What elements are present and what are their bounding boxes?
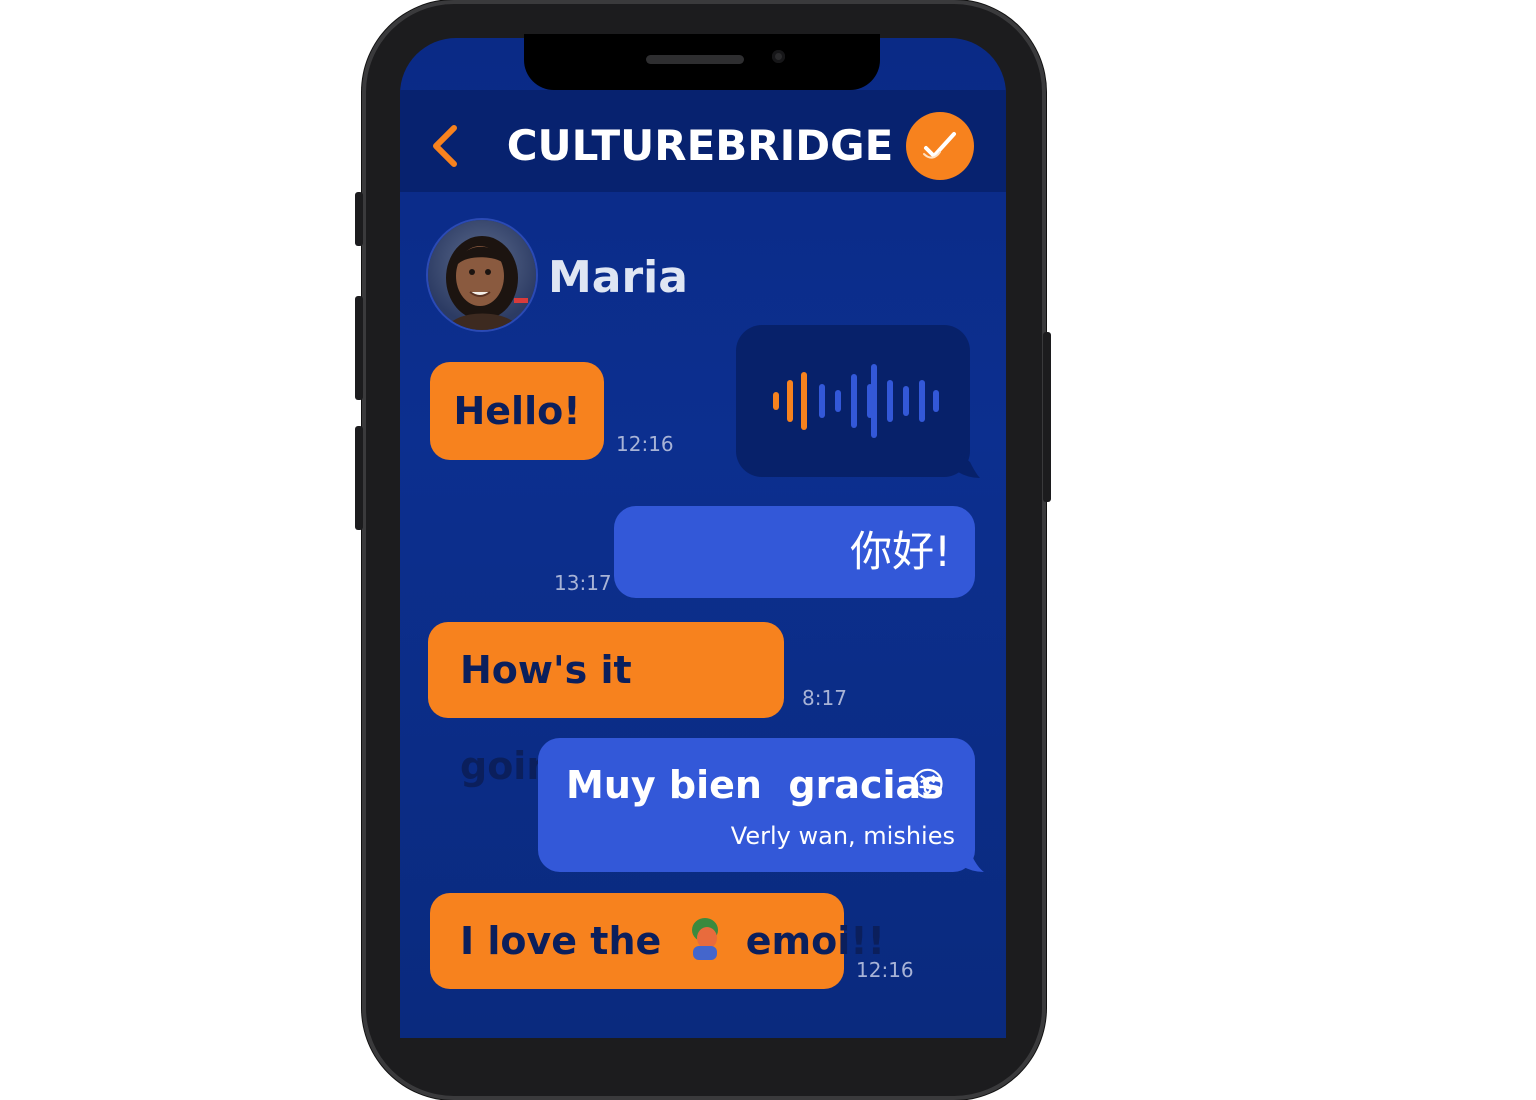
message-timestamp: 13:17 [554,571,612,595]
power-button [1043,332,1051,502]
checkmark-icon [923,132,956,159]
message-text: emoi!! [745,919,885,963]
message-bubble[interactable]: Hello! [430,362,604,460]
contact-name: Maria [548,252,688,303]
verified-button[interactable] [906,112,974,180]
person-emoji-icon [691,918,718,960]
message-text: Muy bien gracias [566,763,944,807]
mute-switch [355,192,363,246]
message-bubble[interactable]: How's it going? [428,622,784,788]
voice-message-bubble[interactable] [736,325,970,477]
message-text: 你好! [850,527,951,576]
message-text: I love the [460,919,662,963]
waveform-icon [773,364,939,438]
speaker-grille [646,55,744,64]
person-avatar-icon [446,236,528,330]
volume-down-button [355,426,363,530]
back-button[interactable] [430,122,466,170]
message-timestamp: 12:16 [856,958,914,982]
message-timestamp: 8:17 [802,686,847,710]
message-bubble[interactable]: Muy bien gracias 😝 Verly wan, mishies [538,738,975,872]
translation-text: Verly wan, mishies [730,822,955,850]
front-camera [772,50,785,63]
bubble-tail [962,846,984,872]
app-title: CULTUREBRIDGE [506,121,894,170]
message-timestamp: 12:16 [616,432,674,456]
bubble-tail [958,452,980,478]
message-bubble[interactable]: 你好! [614,506,975,598]
avatar[interactable] [428,220,536,330]
message-bubble[interactable]: I love the emoi!! [430,893,885,989]
emoji-icon: 😝 [910,765,946,805]
chevron-left-icon [433,125,457,167]
volume-up-button [355,296,363,400]
